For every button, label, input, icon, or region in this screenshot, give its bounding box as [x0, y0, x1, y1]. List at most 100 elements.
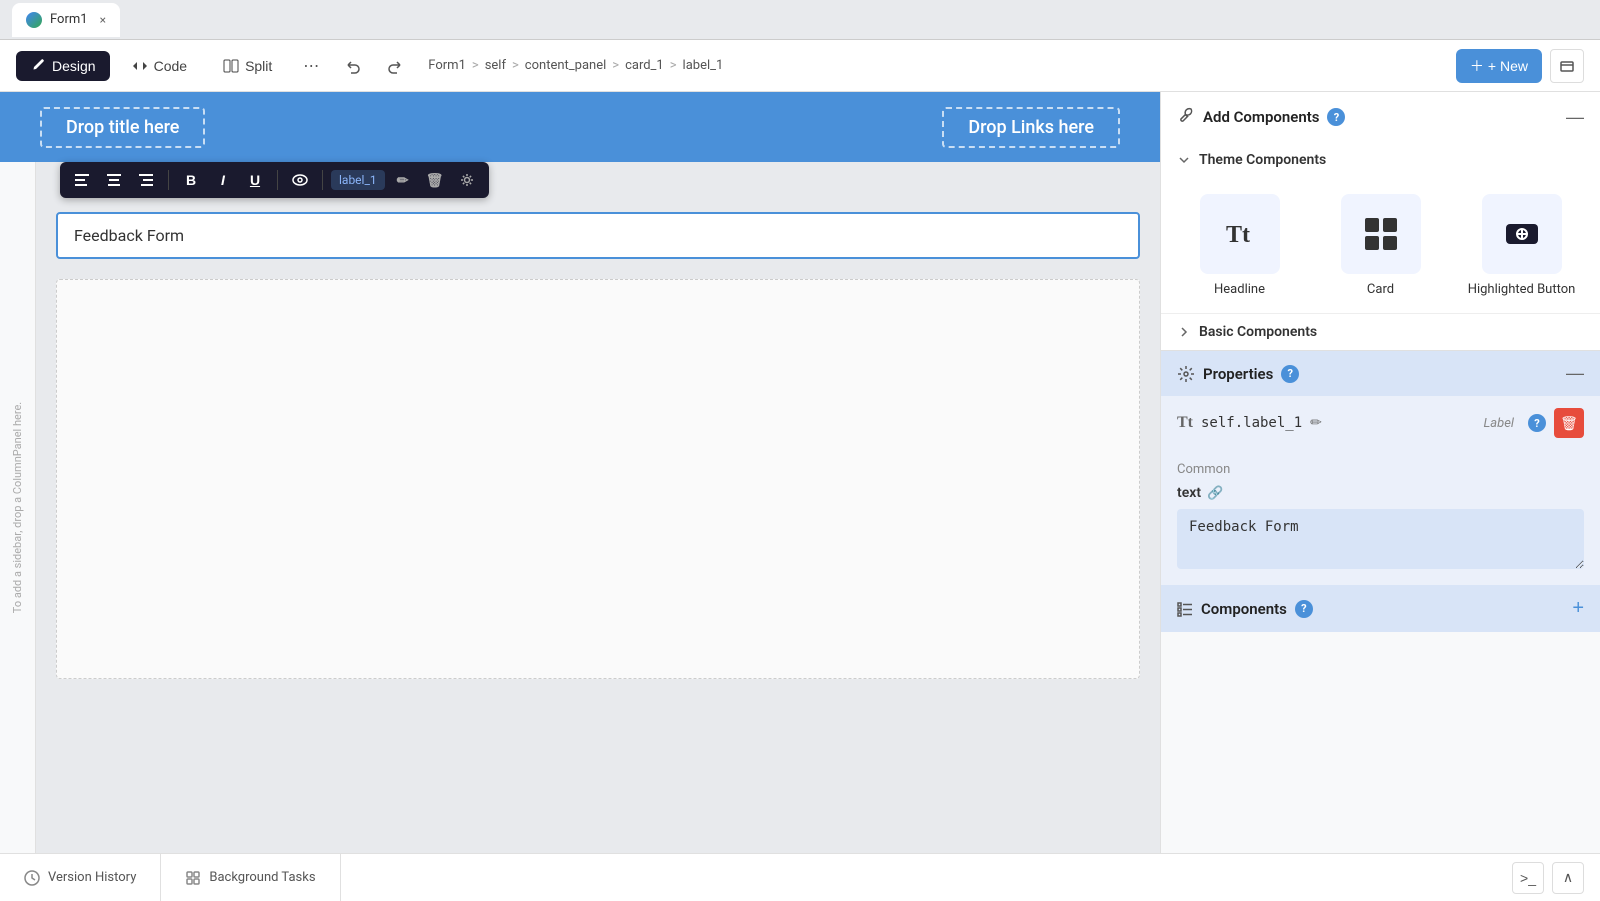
add-components-help[interactable]: ?: [1327, 108, 1345, 126]
toolbar-divider-3: [322, 170, 323, 190]
properties-icon: [1177, 365, 1195, 383]
design-btn[interactable]: Design: [16, 51, 110, 81]
theme-components-title: Theme Components: [1199, 152, 1326, 168]
tab-form1[interactable]: Form1 ×: [12, 3, 120, 37]
component-headline-icon-box: Tt: [1200, 194, 1280, 274]
tab-close-btn[interactable]: ×: [100, 13, 106, 27]
properties-collapse-btn[interactable]: —: [1566, 363, 1584, 384]
right-panel: Add Components ? — Theme Components: [1160, 92, 1600, 853]
chevron-up-btn[interactable]: ∧: [1552, 862, 1584, 894]
align-right-btn[interactable]: [132, 166, 160, 194]
svg-text:Tt: Tt: [1226, 222, 1250, 248]
align-right-icon: [139, 174, 153, 186]
background-tasks-icon: [185, 870, 201, 886]
label-delete-btn[interactable]: 🗑: [421, 166, 449, 194]
expand-icon: [1560, 59, 1574, 73]
properties-title: Properties: [1203, 365, 1273, 383]
prop-type-label: Label: [1484, 416, 1515, 431]
components-title-group: Components ?: [1177, 600, 1313, 618]
design-label: Design: [52, 58, 96, 74]
underline-btn[interactable]: U: [241, 166, 269, 194]
theme-components-container: Theme Components Tt Headline: [1161, 142, 1600, 314]
components-section: Components ? +: [1161, 585, 1600, 632]
split-label: Split: [245, 58, 272, 74]
component-headline-label: Headline: [1214, 282, 1265, 297]
bold-btn[interactable]: B: [177, 166, 205, 194]
version-history-tab[interactable]: Version History: [0, 854, 161, 901]
prop-edit-icon[interactable]: ✏: [1310, 415, 1322, 431]
code-btn[interactable]: Code: [118, 51, 201, 81]
component-card[interactable]: Card: [1318, 194, 1443, 297]
add-components-header[interactable]: Add Components ? —: [1161, 92, 1600, 142]
properties-title-group: Properties ?: [1177, 365, 1299, 383]
align-left-btn[interactable]: [68, 166, 96, 194]
background-tasks-label: Background Tasks: [209, 870, 315, 885]
text-prop-textarea[interactable]: [1177, 509, 1584, 569]
italic-btn[interactable]: I: [209, 166, 237, 194]
component-highlighted-button-label: Highlighted Button: [1468, 282, 1576, 297]
text-link-icon[interactable]: 🔗: [1207, 486, 1223, 501]
properties-help[interactable]: ?: [1281, 365, 1299, 383]
expand-btn[interactable]: [1550, 49, 1584, 83]
component-card-label: Card: [1367, 282, 1394, 297]
breadcrumb-sep2: >: [512, 58, 519, 73]
prop-delete-btn[interactable]: 🗑: [1554, 408, 1584, 438]
breadcrumb-content-panel[interactable]: content_panel: [525, 58, 606, 73]
prop-type-help[interactable]: ?: [1528, 414, 1546, 432]
breadcrumb: Form1 > self > content_panel > card_1 > …: [428, 58, 1448, 73]
highlighted-button-icon: [1504, 216, 1540, 252]
components-list-icon: [1177, 601, 1193, 617]
code-label: Code: [154, 58, 187, 74]
canvas-empty-area[interactable]: [56, 279, 1140, 679]
sidebar-hint: To add a sidebar, drop a ColumnPanel her…: [0, 162, 36, 853]
undo-btn[interactable]: [336, 49, 370, 83]
new-btn[interactable]: ＋ + New: [1456, 49, 1542, 83]
drop-links-zone[interactable]: Drop Links here: [942, 107, 1120, 148]
basic-components-container: Basic Components: [1161, 314, 1600, 350]
more-options-btn[interactable]: ⋯: [294, 49, 328, 83]
toolbar-divider-2: [277, 170, 278, 190]
sidebar-hint-text: To add a sidebar, drop a ColumnPanel her…: [11, 402, 24, 613]
split-btn[interactable]: Split: [209, 51, 286, 81]
redo-btn[interactable]: [378, 49, 412, 83]
undo-icon: [345, 58, 361, 74]
main-toolbar: Design Code Split ⋯ Form1 > self > conte…: [0, 40, 1600, 92]
visibility-btn[interactable]: [286, 166, 314, 194]
eye-icon: [292, 174, 308, 186]
canvas-main[interactable]: Feedback Form: [36, 162, 1160, 853]
toolbar-right: ＋ + New: [1456, 49, 1584, 83]
label-text: Feedback Form: [74, 226, 184, 245]
breadcrumb-sep4: >: [670, 58, 677, 73]
component-card-icon-box: [1341, 194, 1421, 274]
version-history-icon: [24, 870, 40, 886]
basic-components-subheader[interactable]: Basic Components: [1161, 314, 1600, 350]
tab-bar: Form1 ×: [0, 0, 1600, 40]
breadcrumb-form[interactable]: Form1: [428, 58, 466, 73]
component-highlighted-button[interactable]: Highlighted Button: [1459, 194, 1584, 297]
align-center-btn[interactable]: [100, 166, 128, 194]
terminal-btn[interactable]: >_: [1512, 862, 1544, 894]
components-section-help[interactable]: ?: [1295, 600, 1313, 618]
breadcrumb-label1[interactable]: label_1: [683, 58, 724, 73]
bottom-bar: Version History Background Tasks >_ ∧: [0, 853, 1600, 901]
label-edit-btn[interactable]: ✏: [389, 166, 417, 194]
toolbar-divider-1: [168, 170, 169, 190]
main-area: Drop title here Drop Links here: [0, 92, 1600, 853]
add-components-collapse-btn[interactable]: —: [1566, 107, 1584, 128]
breadcrumb-self[interactable]: self: [485, 58, 506, 73]
label-box[interactable]: Feedback Form: [56, 212, 1140, 259]
properties-header[interactable]: Properties ? —: [1161, 351, 1600, 396]
chevron-up-icon: ∧: [1563, 869, 1573, 886]
common-label: Common: [1177, 462, 1584, 477]
components-add-btn[interactable]: +: [1572, 597, 1584, 620]
theme-components-subheader[interactable]: Theme Components: [1161, 142, 1600, 178]
breadcrumb-card1[interactable]: card_1: [625, 58, 664, 73]
label-settings-btn[interactable]: [453, 166, 481, 194]
canvas-wrapper: Drop title here Drop Links here: [0, 92, 1160, 853]
drop-title-zone[interactable]: Drop title here: [40, 107, 205, 148]
component-headline[interactable]: Tt Headline: [1177, 194, 1302, 297]
property-row: Tt self.label_1 ✏ Label ? 🗑: [1161, 396, 1600, 450]
wrench-icon: [1177, 106, 1195, 124]
components-section-header[interactable]: Components ? +: [1161, 585, 1600, 632]
background-tasks-tab[interactable]: Background Tasks: [161, 854, 340, 901]
